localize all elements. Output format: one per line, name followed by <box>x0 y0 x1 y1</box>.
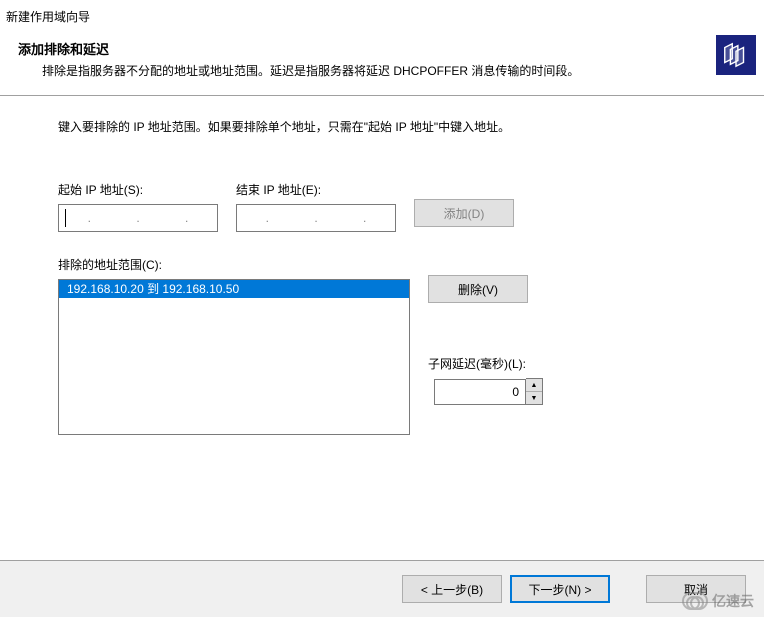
excluded-section: 排除的地址范围(C): 192.168.10.20 到 192.168.10.5… <box>58 256 706 435</box>
cancel-button[interactable]: 取消 <box>646 575 746 603</box>
back-button[interactable]: < 上一步(B) <box>402 575 502 603</box>
next-button[interactable]: 下一步(N) > <box>510 575 610 603</box>
delay-spin-down[interactable]: ▼ <box>526 392 542 405</box>
header-title: 添加排除和延迟 <box>18 39 746 58</box>
delay-row: ▲ ▼ <box>434 378 706 405</box>
delay-label: 子网延迟(毫秒)(L): <box>428 355 706 372</box>
end-ip-label: 结束 IP 地址(E): <box>236 181 396 198</box>
start-ip-label: 起始 IP 地址(S): <box>58 181 218 198</box>
start-ip-input[interactable]: ... <box>58 204 218 232</box>
add-button[interactable]: 添加(D) <box>414 199 514 227</box>
scope-icon <box>716 35 756 75</box>
excluded-listbox[interactable]: 192.168.10.20 到 192.168.10.50 <box>58 279 410 435</box>
delay-spin-up[interactable]: ▲ <box>526 379 542 392</box>
end-ip-group: 结束 IP 地址(E): ... <box>236 181 396 232</box>
header-description: 排除是指服务器不分配的地址或地址范围。延迟是指服务器将延迟 DHCPOFFER … <box>42 62 686 81</box>
wizard-content: 键入要排除的 IP 地址范围。如果要排除单个地址，只需在"起始 IP 地址"中键… <box>0 96 764 455</box>
start-ip-group: 起始 IP 地址(S): ... <box>58 181 218 232</box>
wizard-footer: < 上一步(B) 下一步(N) > 取消 <box>0 560 764 617</box>
end-ip-input[interactable]: ... <box>236 204 396 232</box>
instruction-text: 键入要排除的 IP 地址范围。如果要排除单个地址，只需在"起始 IP 地址"中键… <box>58 118 706 137</box>
window-title: 新建作用域向导 <box>0 0 764 33</box>
wizard-dialog: 新建作用域向导 添加排除和延迟 排除是指服务器不分配的地址或地址范围。延迟是指服… <box>0 0 764 617</box>
excluded-label: 排除的地址范围(C): <box>58 256 410 273</box>
wizard-header: 添加排除和延迟 排除是指服务器不分配的地址或地址范围。延迟是指服务器将延迟 DH… <box>0 33 764 95</box>
excluded-item[interactable]: 192.168.10.20 到 192.168.10.50 <box>59 280 409 298</box>
remove-button[interactable]: 删除(V) <box>428 275 528 303</box>
ip-input-row: 起始 IP 地址(S): ... 结束 IP 地址(E): ... 添加(D) <box>58 181 706 232</box>
delay-input[interactable] <box>434 379 526 405</box>
delay-spinner: ▲ ▼ <box>526 378 543 405</box>
